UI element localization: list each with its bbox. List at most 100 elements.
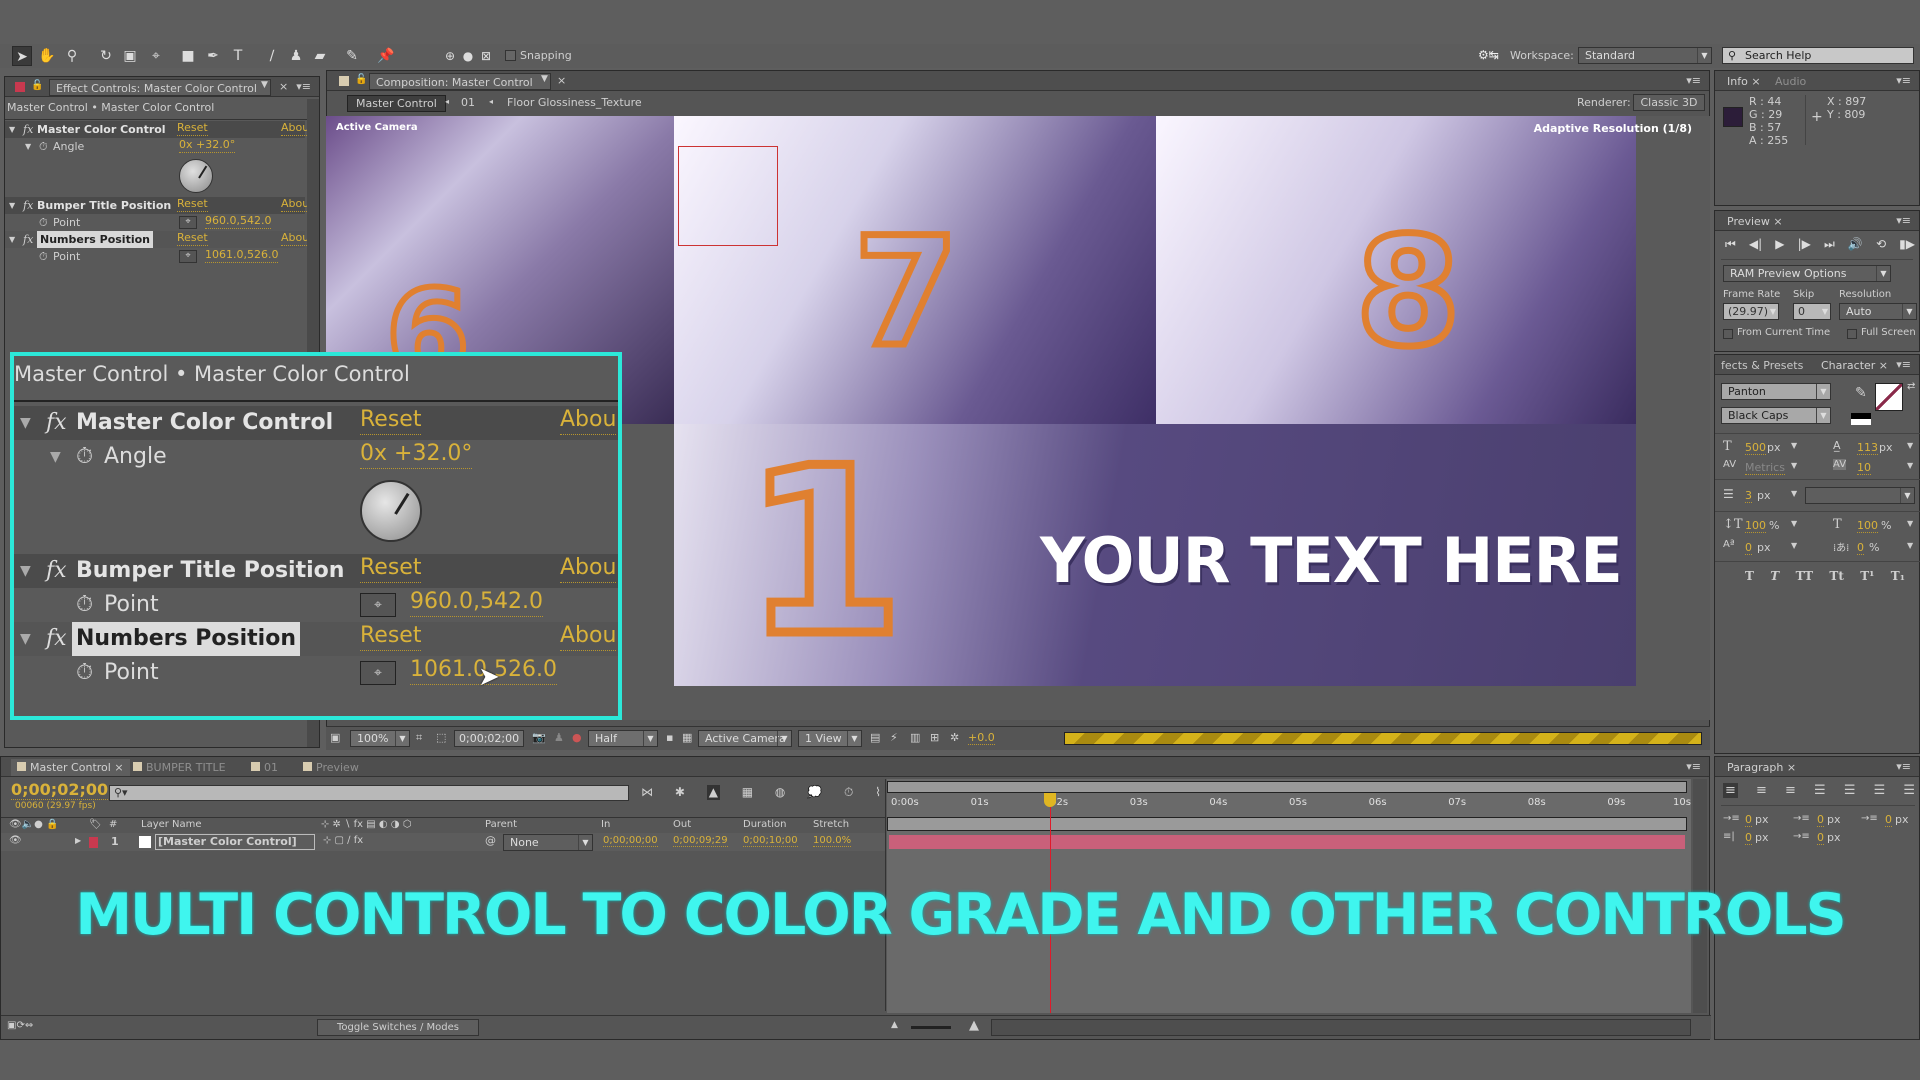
first-frame-icon[interactable]: ⏮ — [1725, 237, 1736, 252]
crosshair-icon[interactable]: ⌖ — [179, 250, 197, 263]
chevron-down-icon[interactable]: ▼ — [1907, 441, 1913, 450]
tab-composition[interactable]: Composition: Master Control — [369, 73, 551, 90]
stopwatch-icon[interactable]: ⏱ — [39, 248, 48, 265]
layer-name-field[interactable]: [Master Color Control] — [155, 834, 315, 850]
exposure-value[interactable]: +0.0 — [968, 731, 995, 745]
local-axis-icon[interactable]: ⊕ — [440, 46, 460, 66]
small-caps-button[interactable]: Tt — [1829, 569, 1843, 583]
crosshair-icon[interactable]: ⌖ — [179, 216, 197, 229]
view-layout-dropdown[interactable]: 1 View ▼ — [798, 730, 862, 747]
search-help-input[interactable]: ⚲ Search Help — [1722, 47, 1914, 64]
clone-stamp-tool-icon[interactable]: ♟ — [286, 46, 306, 66]
layer-row[interactable]: 👁 ▶ 1 [Master Color Control] ⊹ ▢ ∕ fx @ … — [1, 833, 885, 851]
layer-switches-toggle-icon[interactable]: ▣⟳⇔ — [7, 1020, 33, 1031]
font-style-dropdown[interactable]: Black Caps ▼ — [1721, 407, 1831, 424]
puppet-pin-tool-icon[interactable]: 📌 — [376, 46, 396, 66]
flow-item-01[interactable]: 01 — [461, 96, 475, 109]
faux-italic-button[interactable]: T — [1770, 569, 1779, 583]
ram-preview-options-dropdown[interactable]: RAM Preview Options ▼ — [1723, 265, 1891, 282]
effect-row-numbers-position[interactable]: ▼ fx Numbers Position Reset Abou — [5, 231, 310, 248]
font-family-dropdown[interactable]: Panton ▼ — [1721, 383, 1831, 400]
layer-duration-bar[interactable] — [889, 835, 1685, 849]
stroke-width-value[interactable]: 3 — [1745, 489, 1752, 503]
space-before-value[interactable]: 0 — [1745, 831, 1752, 845]
frame-blending-icon[interactable]: ▦ — [742, 785, 753, 800]
zoom-tool-icon[interactable]: ⚲ — [62, 46, 82, 66]
expand-triangle-icon[interactable]: ▼ — [9, 231, 15, 248]
label-color[interactable] — [89, 837, 98, 848]
align-left-icon[interactable]: ≡ — [1723, 783, 1738, 798]
fx-icon[interactable]: fx — [23, 197, 33, 214]
justify-all-icon[interactable]: ☰ — [1903, 783, 1915, 798]
switches-row-icons[interactable]: ⊹ ▢ ∕ fx — [323, 835, 363, 846]
eyedropper-icon[interactable]: ✎ — [1855, 385, 1867, 401]
chevron-down-icon[interactable]: ▼ — [261, 80, 268, 90]
zoom-in-icon[interactable]: ▲ — [969, 1018, 979, 1033]
panel-menu-icon[interactable]: ▾≡ — [296, 80, 311, 93]
fill-color-swatch[interactable] — [1875, 383, 1903, 411]
white-swatch[interactable] — [1851, 419, 1871, 425]
pen-tool-icon[interactable]: ✒ — [203, 46, 223, 66]
chevron-down-icon[interactable]: ▼ — [1791, 489, 1797, 498]
flowchart-icon[interactable]: ⊞ — [930, 731, 939, 744]
stopwatch-icon[interactable]: ⏱ — [39, 138, 48, 155]
tab-bumper-title[interactable]: BUMPER TITLE — [127, 759, 232, 776]
brush-tool-icon[interactable]: ∕ — [262, 46, 282, 66]
previous-frame-icon[interactable]: ◀| — [1749, 237, 1762, 252]
column-layer-name[interactable]: Layer Name — [141, 819, 202, 830]
tab-preview[interactable]: Preview × — [1721, 213, 1789, 230]
panel-menu-icon[interactable]: ▾≡ — [1896, 760, 1911, 773]
snapshot-icon[interactable]: 📷 — [532, 731, 546, 744]
tab-effects-presets[interactable]: fects & Presets — [1715, 357, 1809, 374]
panel-menu-icon[interactable]: ▾≡ — [1896, 74, 1911, 87]
fx-icon[interactable]: fx — [23, 121, 33, 138]
indent-first-line-value[interactable]: 0 — [1885, 813, 1892, 827]
expand-triangle-icon[interactable]: ▼ — [9, 197, 15, 214]
time-navigator[interactable] — [887, 781, 1687, 793]
frame-rate-field[interactable]: (29.97) ▼ — [1723, 303, 1779, 320]
pick-whip-icon[interactable]: @ — [485, 834, 496, 847]
effect-row-bumper-title-position[interactable]: ▼ fx Bumper Title Position Reset Abou — [5, 197, 310, 214]
current-time-field[interactable]: 0;00;02;00 — [454, 730, 524, 747]
time-ruler[interactable]: 0:00s 01s 02s 03s 04s 05s 06s 07s 08s 09s 10s — [887, 795, 1691, 815]
ram-preview-icon[interactable]: ▮▶ — [1899, 237, 1915, 252]
panel-menu-icon[interactable]: ▾≡ — [1896, 358, 1911, 371]
type-tool-icon[interactable]: T — [228, 46, 248, 66]
indent-left-value[interactable]: 0 — [1745, 813, 1752, 827]
workspace-gear-icon[interactable]: ⚙↹ — [1478, 48, 1499, 62]
about-link[interactable]: Abou — [281, 197, 310, 212]
audio-icon[interactable]: 🔊 — [1848, 237, 1863, 252]
subscript-button[interactable]: T₁ — [1891, 569, 1905, 583]
about-link[interactable]: Abou — [281, 231, 310, 246]
chevron-down-icon[interactable]: ▼ — [1791, 519, 1797, 528]
faux-bold-button[interactable]: T — [1745, 569, 1754, 583]
skip-field[interactable]: 0 ▼ — [1793, 303, 1831, 320]
view-dropdown[interactable]: Active Camera ▼ — [698, 730, 792, 747]
view-axis-icon[interactable]: ⊠ — [476, 46, 496, 66]
align-right-icon[interactable]: ≡ — [1785, 783, 1796, 798]
chevron-down-icon[interactable]: ▼ — [1907, 461, 1913, 470]
justify-left-icon[interactable]: ☰ — [1814, 783, 1826, 798]
fx-icon[interactable]: fx — [23, 231, 33, 248]
full-screen-checkbox[interactable] — [1847, 329, 1857, 339]
font-size-value[interactable]: 500 — [1745, 441, 1766, 455]
tab-01[interactable]: 01 — [245, 759, 284, 776]
toggle-pixel-aspect-icon[interactable]: ▤ — [870, 731, 880, 744]
toggle-switches-modes-button[interactable]: Toggle Switches / Modes — [317, 1019, 479, 1036]
kerning-value[interactable]: Metrics — [1745, 461, 1785, 475]
tab-master-control[interactable]: Master Control × — [11, 759, 130, 776]
play-icon[interactable]: ▶ — [1775, 237, 1784, 252]
lock-icon[interactable]: 🔓 — [31, 80, 43, 91]
effect-row-master-color-control[interactable]: ▼ fx Master Color Control Reset Abou — [5, 121, 310, 138]
close-icon[interactable]: × — [557, 74, 566, 87]
leading-value[interactable]: 113 — [1857, 441, 1878, 455]
all-caps-button[interactable]: TT — [1796, 569, 1813, 583]
fast-preview-icon[interactable]: ▪ — [666, 731, 673, 744]
chevron-down-icon[interactable]: ▼ — [1907, 519, 1913, 528]
auto-keyframe-icon[interactable]: ⏱ — [844, 785, 853, 800]
motion-blur-icon[interactable]: ◍ — [775, 785, 785, 800]
swap-colors-icon[interactable]: ⇄ — [1907, 381, 1915, 392]
tracking-value[interactable]: 10 — [1857, 461, 1871, 475]
resolution-dropdown[interactable]: Half ▼ — [588, 730, 658, 747]
region-of-interest-icon[interactable]: ⌗ — [416, 731, 422, 745]
